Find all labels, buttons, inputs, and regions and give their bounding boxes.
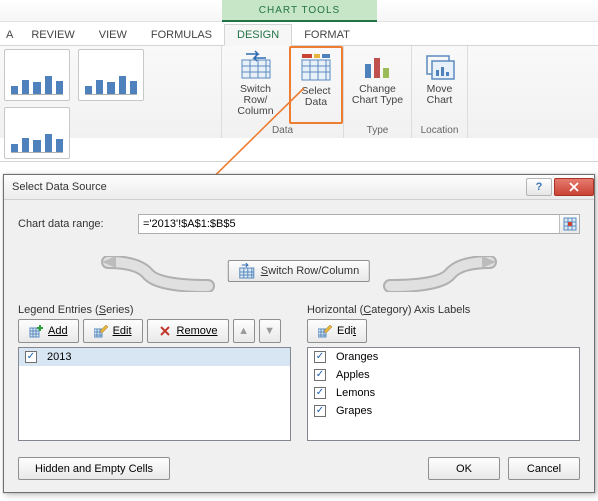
range-picker-icon bbox=[563, 217, 577, 231]
label: Remove bbox=[177, 325, 218, 337]
chart-data-range-input[interactable] bbox=[139, 215, 559, 233]
curly-arrow-right bbox=[380, 256, 500, 292]
ribbon-tab-strip: A REVIEW VIEW FORMULAS DESIGN FORMAT bbox=[0, 22, 598, 46]
label: Switch Row/Column bbox=[261, 265, 359, 277]
axis-labels-list[interactable]: ✓ Oranges ✓ Apples ✓ Lemons ✓ Grapes bbox=[307, 347, 580, 441]
group-location: MoveChart Location bbox=[412, 46, 468, 138]
list-item[interactable]: ✓ 2013 bbox=[19, 348, 290, 366]
label: Add bbox=[48, 325, 68, 337]
ribbon: CHART TOOLS A REVIEW VIEW FORMULAS DESIG… bbox=[0, 0, 598, 162]
tab-view[interactable]: VIEW bbox=[87, 25, 139, 45]
help-button[interactable]: ? bbox=[526, 178, 552, 196]
group-data: Switch Row/Column SelectData Data bbox=[222, 46, 344, 138]
switch-row-column-dialog-button[interactable]: Switch Row/Column bbox=[228, 260, 370, 282]
switch-row-column-icon bbox=[239, 263, 255, 279]
axis-label: Apples bbox=[336, 369, 370, 381]
list-item[interactable]: ✓ Lemons bbox=[308, 384, 579, 402]
switch-row-column-icon bbox=[240, 50, 272, 82]
dialog-titlebar[interactable]: Select Data Source ? bbox=[4, 175, 594, 200]
group-label: Data bbox=[222, 124, 343, 138]
chart-style-thumb[interactable] bbox=[4, 49, 70, 101]
range-picker-button[interactable] bbox=[559, 215, 579, 233]
group-label bbox=[0, 162, 221, 165]
hidden-empty-cells-button[interactable]: Hidden and Empty Cells bbox=[18, 457, 170, 480]
close-button[interactable] bbox=[554, 178, 594, 196]
move-down-button[interactable]: ▼ bbox=[259, 319, 281, 343]
edit-icon bbox=[94, 324, 108, 338]
label: Edit bbox=[337, 325, 356, 337]
tab-design[interactable]: DESIGN bbox=[224, 24, 292, 46]
edit-icon bbox=[318, 324, 332, 338]
label: Chart Type bbox=[352, 94, 403, 106]
label: Chart bbox=[427, 94, 453, 106]
cancel-button[interactable]: Cancel bbox=[508, 457, 580, 480]
legend-entries-panel: Legend Entries (Series) Add Edit Remove bbox=[18, 304, 291, 441]
label: Data bbox=[305, 96, 327, 108]
list-item[interactable]: ✓ Apples bbox=[308, 366, 579, 384]
axis-label: Lemons bbox=[336, 387, 375, 399]
tab-format[interactable]: FORMAT bbox=[292, 25, 362, 45]
tab-review[interactable]: REVIEW bbox=[19, 25, 86, 45]
move-chart-button[interactable]: MoveChart bbox=[413, 46, 467, 124]
close-icon bbox=[568, 182, 580, 192]
move-up-button[interactable]: ▲ bbox=[233, 319, 255, 343]
checkbox[interactable]: ✓ bbox=[314, 405, 326, 417]
tab-formulas[interactable]: FORMULAS bbox=[139, 25, 224, 45]
series-list[interactable]: ✓ 2013 bbox=[18, 347, 291, 441]
add-series-button[interactable]: Add bbox=[18, 319, 79, 343]
axis-label: Grapes bbox=[336, 405, 372, 417]
group-label: Location bbox=[412, 124, 467, 138]
checkbox[interactable]: ✓ bbox=[25, 351, 37, 363]
edit-series-button[interactable]: Edit bbox=[83, 319, 143, 343]
checkbox[interactable]: ✓ bbox=[314, 351, 326, 363]
change-chart-type-icon bbox=[361, 50, 393, 82]
remove-series-button[interactable]: Remove bbox=[147, 319, 229, 343]
axis-label: Oranges bbox=[336, 351, 378, 363]
label: Switch Row/ bbox=[240, 83, 271, 106]
select-data-button[interactable]: SelectData bbox=[289, 46, 343, 124]
ribbon-top: CHART TOOLS bbox=[0, 0, 598, 22]
label: Edit bbox=[113, 325, 132, 337]
label: Column bbox=[237, 105, 273, 117]
legend-entries-heading: Legend Entries (Series) bbox=[18, 304, 291, 316]
edit-axis-labels-button[interactable]: Edit bbox=[307, 319, 367, 343]
chart-data-range-label: Chart data range: bbox=[18, 218, 138, 230]
switch-row-column-button[interactable]: Switch Row/Column bbox=[222, 46, 289, 124]
curly-arrow-left bbox=[98, 256, 218, 292]
select-data-source-dialog: Select Data Source ? Chart data range: S… bbox=[3, 174, 595, 493]
checkbox[interactable]: ✓ bbox=[314, 369, 326, 381]
dialog-title: Select Data Source bbox=[12, 181, 524, 193]
group-type: ChangeChart Type Type bbox=[344, 46, 412, 138]
chart-style-thumb[interactable] bbox=[78, 49, 144, 101]
chart-style-thumb[interactable] bbox=[4, 107, 70, 159]
ribbon-body: Switch Row/Column SelectData Data Change… bbox=[0, 46, 598, 138]
tab-partial[interactable]: A bbox=[0, 25, 19, 45]
move-chart-icon bbox=[424, 50, 456, 82]
list-item[interactable]: ✓ Oranges bbox=[308, 348, 579, 366]
list-item[interactable]: ✓ Grapes bbox=[308, 402, 579, 420]
checkbox[interactable]: ✓ bbox=[314, 387, 326, 399]
axis-labels-heading: Horizontal (Category) Axis Labels bbox=[307, 304, 580, 316]
chart-data-range-input-wrapper bbox=[138, 214, 580, 234]
change-chart-type-button[interactable]: ChangeChart Type bbox=[346, 46, 409, 124]
contextual-tab-title: CHART TOOLS bbox=[222, 0, 377, 22]
axis-labels-panel: Horizontal (Category) Axis Labels Edit ✓… bbox=[307, 304, 580, 441]
group-label: Type bbox=[344, 124, 411, 138]
ok-button[interactable]: OK bbox=[428, 457, 500, 480]
remove-icon bbox=[158, 324, 172, 338]
select-data-icon bbox=[300, 52, 332, 84]
group-chart-styles bbox=[0, 46, 222, 138]
add-icon bbox=[29, 324, 43, 338]
series-label: 2013 bbox=[47, 351, 71, 363]
